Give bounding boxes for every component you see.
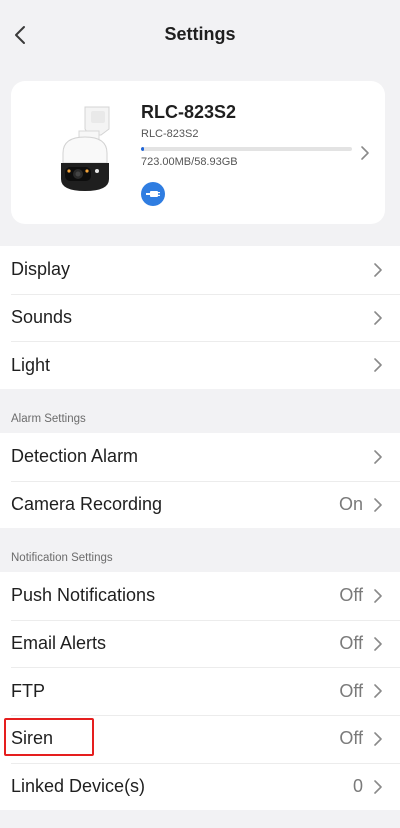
storage-progress-bar — [141, 147, 352, 151]
chevron-right-icon — [361, 146, 369, 160]
chevron-right-icon — [374, 358, 382, 373]
chevron-right-icon — [374, 263, 382, 277]
row-label: Sounds — [11, 307, 73, 328]
row-label: Detection Alarm — [11, 446, 139, 467]
chevron-right-icon — [374, 732, 382, 746]
ftp-row[interactable]: FTP Off — [0, 667, 400, 715]
chevron-right-icon — [374, 636, 382, 651]
general-settings-group: Display Sounds Light — [0, 246, 400, 390]
storage-usage: 723.00MB/58.93GB — [141, 156, 238, 168]
chevron-right-icon — [374, 497, 382, 512]
device-model: RLC-823S2 — [141, 128, 199, 140]
alarm-settings-group: Detection Alarm Camera Recording On — [0, 433, 400, 529]
storage-progress-fill — [141, 147, 144, 151]
notification-settings-label: Notification Settings — [11, 552, 113, 564]
camera-recording-row[interactable]: Camera Recording On — [0, 480, 400, 529]
device-card[interactable]: RLC-823S2 RLC-823S2 723.00MB/58.93GB — [11, 81, 385, 224]
light-row[interactable]: Light — [0, 341, 400, 389]
row-value: Off — [339, 633, 363, 654]
chevron-right-icon — [374, 450, 382, 464]
row-label: Display — [11, 259, 71, 280]
sounds-row[interactable]: Sounds — [0, 293, 400, 342]
camera-image — [61, 106, 110, 191]
chevron-right-icon — [374, 310, 382, 325]
notification-settings-group: Push Notifications Off Email Alerts Off … — [0, 572, 400, 811]
siren-row[interactable]: Siren Off — [0, 715, 400, 763]
header: Settings — [0, 0, 400, 70]
row-label: Light — [11, 354, 51, 375]
row-value: Off — [339, 680, 363, 701]
page-title: Settings — [164, 24, 236, 44]
row-label: Push Notifications — [11, 585, 156, 606]
row-value: Off — [339, 585, 363, 606]
row-label: Camera Recording — [11, 494, 163, 515]
ethernet-icon — [146, 191, 160, 197]
chevron-right-icon — [374, 779, 382, 794]
push-notifications-row[interactable]: Push Notifications Off — [0, 572, 400, 620]
row-value: Off — [339, 728, 363, 749]
email-alerts-row[interactable]: Email Alerts Off — [0, 619, 400, 668]
row-label: Siren — [11, 728, 54, 749]
connection-badge — [141, 182, 165, 206]
row-label: FTP — [11, 680, 45, 701]
alarm-settings-label: Alarm Settings — [11, 413, 86, 425]
detection-alarm-row[interactable]: Detection Alarm — [0, 433, 400, 481]
row-label: Email Alerts — [11, 633, 107, 654]
linked-devices-row[interactable]: Linked Device(s) 0 — [0, 762, 400, 811]
display-row[interactable]: Display — [0, 246, 400, 294]
device-name: RLC-823S2 — [141, 102, 237, 122]
row-value: 0 — [352, 776, 363, 797]
row-value: On — [338, 494, 363, 515]
chevron-right-icon — [374, 589, 382, 603]
row-label: Linked Device(s) — [11, 776, 146, 797]
chevron-right-icon — [374, 684, 382, 699]
